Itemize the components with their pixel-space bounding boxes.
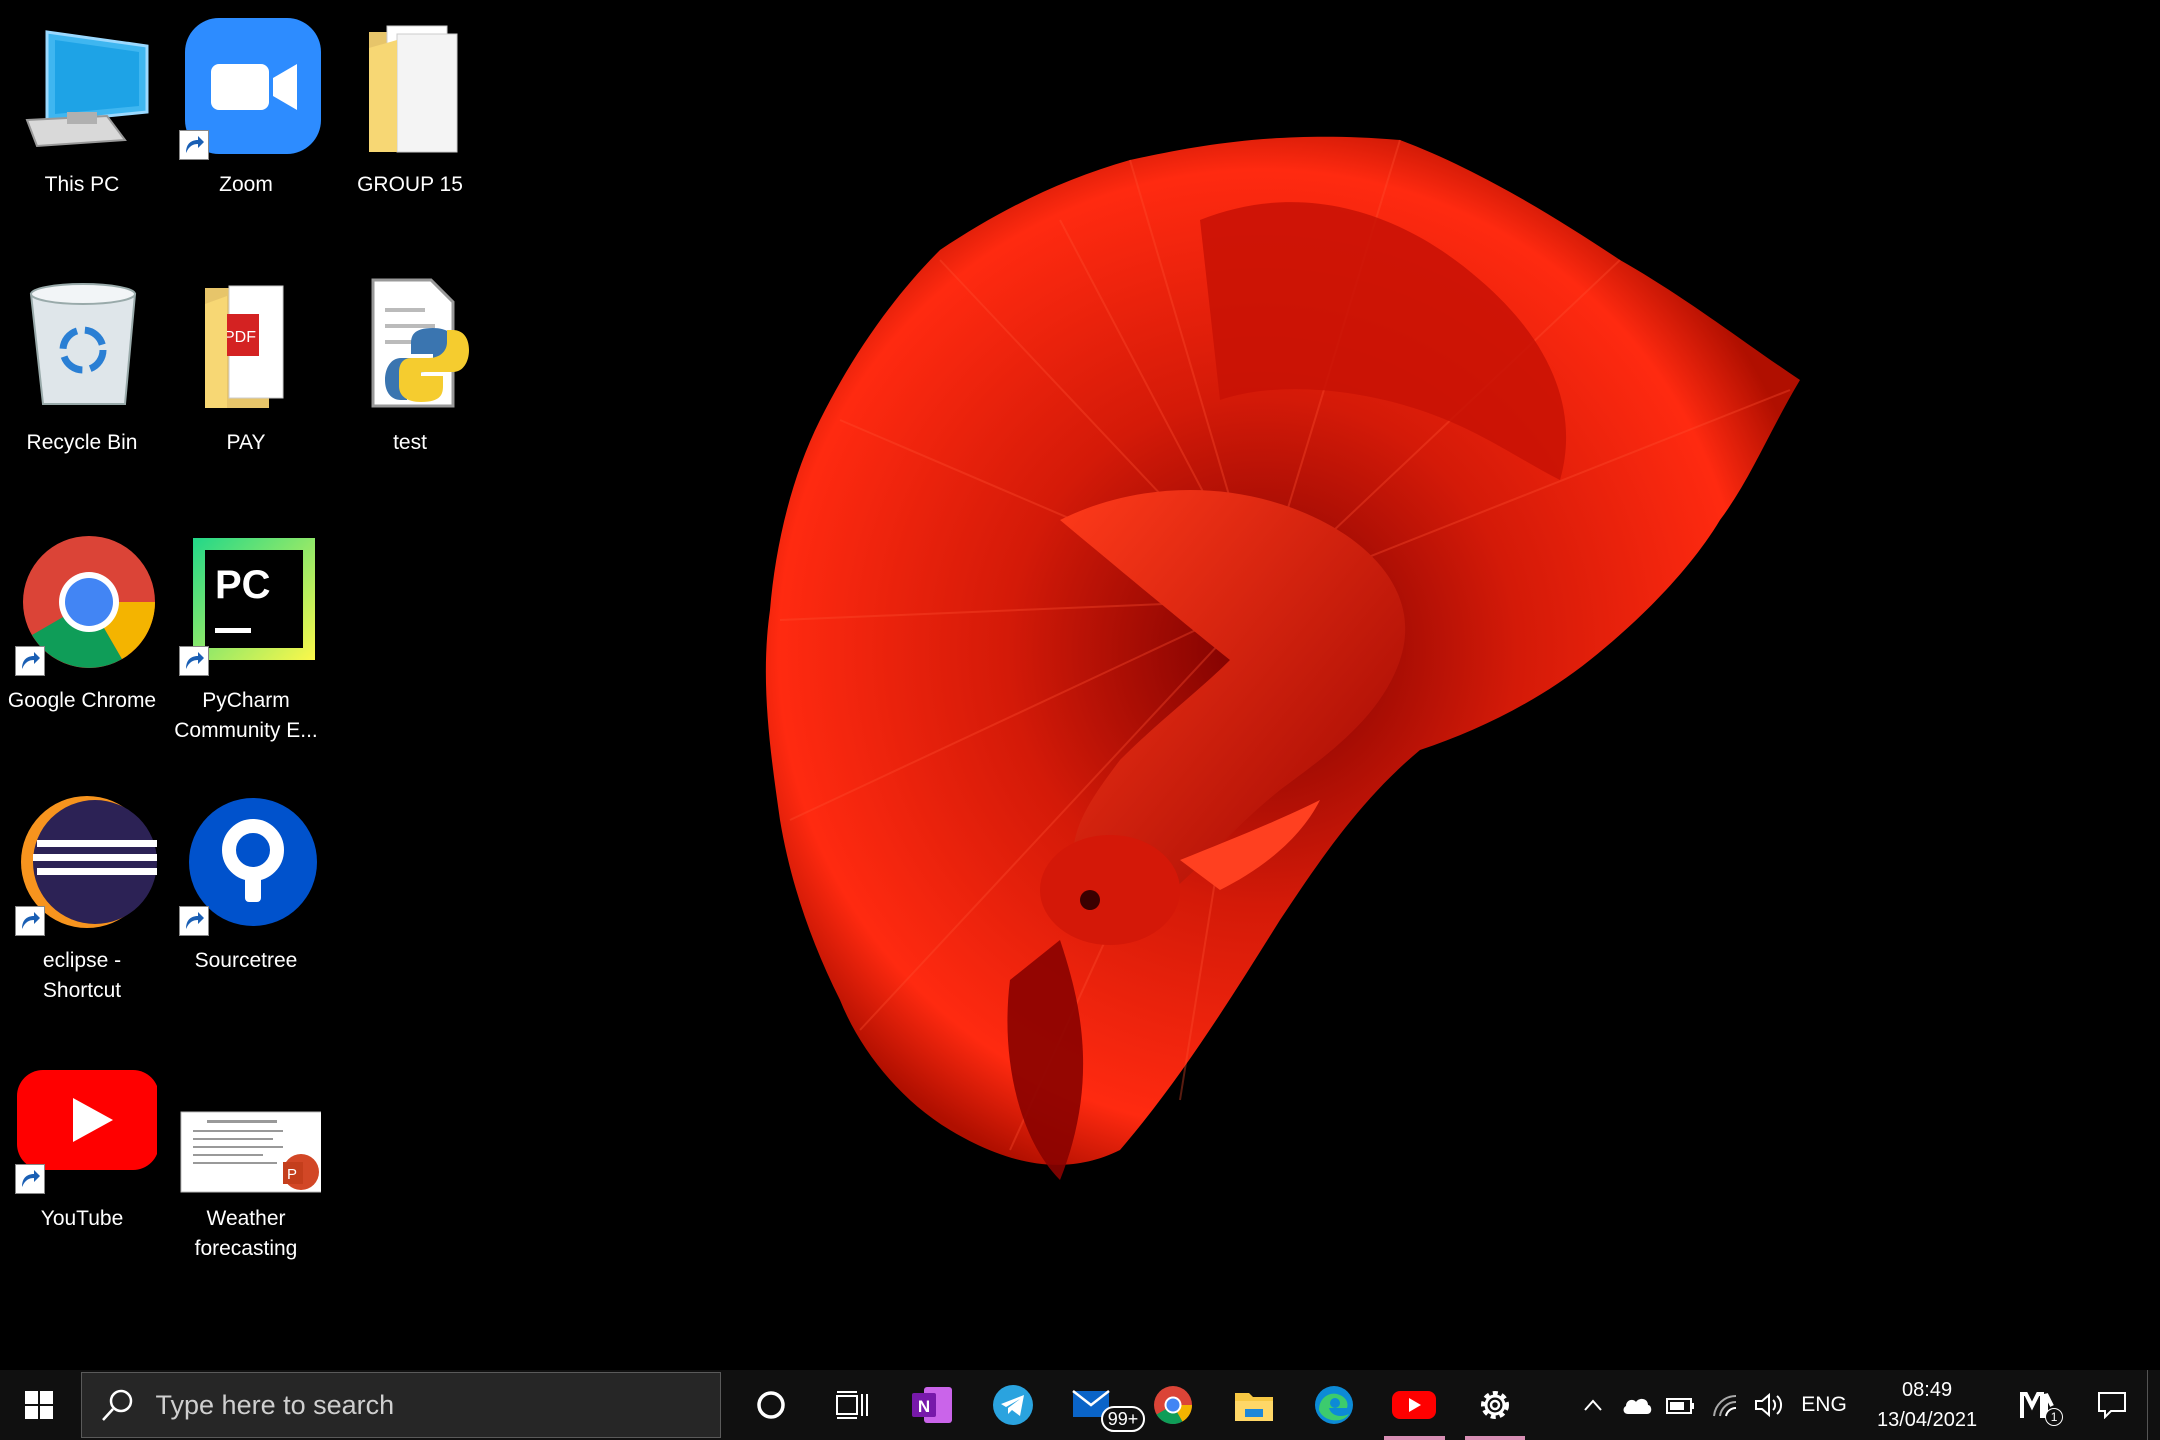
telegram-icon <box>992 1385 1033 1425</box>
settings-icon <box>1480 1391 1509 1419</box>
meet-now-button[interactable]: 1 <box>2005 1370 2077 1440</box>
svg-text:PDF: PDF <box>224 329 256 346</box>
powerpoint-file-icon: P <box>171 1046 326 1196</box>
taskbar-app-settings[interactable] <box>1455 1370 1535 1440</box>
shortcut-arrow-icon <box>179 646 209 676</box>
battery-icon <box>1666 1398 1695 1414</box>
pycharm-icon: PC <box>171 528 321 678</box>
desktop-icon-label: This PC <box>44 173 120 196</box>
clock-date: 13/04/2021 <box>1877 1409 1978 1431</box>
taskbar-app-youtube[interactable] <box>1374 1370 1454 1440</box>
desktop-icon-google-chrome[interactable]: Google Chrome <box>0 522 164 762</box>
svg-text:N: N <box>918 1397 930 1416</box>
this-pc-icon <box>7 12 157 162</box>
notification-chat-icon <box>2098 1392 2127 1419</box>
active-app-indicator <box>1464 1436 1526 1440</box>
chevron-up-icon <box>1584 1399 1602 1411</box>
wifi-icon <box>1713 1394 1737 1417</box>
clock-button[interactable]: 08:49 13/04/2021 <box>1867 1375 1987 1435</box>
recycle-bin-icon <box>7 270 157 420</box>
desktop-icon-eclipse[interactable]: eclipse - Shortcut <box>0 782 164 1022</box>
desktop-icon-recycle-bin[interactable]: Recycle Bin <box>0 264 164 504</box>
zoom-icon <box>171 12 321 162</box>
speaker-icon <box>1755 1392 1783 1418</box>
edge-icon <box>1315 1386 1354 1424</box>
volume-button[interactable] <box>1747 1370 1791 1440</box>
desktop-icon-label: Google Chrome <box>7 689 157 712</box>
desktop-icon-pycharm[interactable]: PC PyCharm Community E... <box>164 522 328 762</box>
desktop-icon-label: GROUP 15 <box>357 173 463 196</box>
desktop-icon-weather-forecasting[interactable]: P Weather forecasting <box>164 1040 328 1280</box>
shortcut-arrow-icon <box>15 646 45 676</box>
desktop-icon-pay[interactable]: PDF PAY <box>164 264 328 504</box>
desktop-icon-group-15[interactable]: GROUP 15 <box>328 6 492 246</box>
python-file-icon <box>335 270 485 420</box>
notification-count-badge: 1 <box>2045 1408 2064 1426</box>
taskbar-search-box[interactable]: Type here to search <box>80 1372 722 1438</box>
desktop-icon-label: Weather forecasting <box>194 1207 298 1260</box>
shortcut-arrow-icon <box>179 130 209 160</box>
desktop-icon-label: PAY <box>226 431 266 454</box>
file-explorer-icon <box>1234 1393 1273 1421</box>
cortana-circle-icon <box>757 1391 786 1419</box>
action-center-button[interactable] <box>2077 1370 2147 1440</box>
active-app-indicator <box>1384 1436 1445 1440</box>
shortcut-arrow-icon <box>15 906 45 936</box>
sourcetree-icon <box>171 788 321 938</box>
onenote-icon: N <box>912 1387 953 1423</box>
battery-button[interactable] <box>1659 1370 1703 1440</box>
svg-text:PC: PC <box>215 563 271 607</box>
youtube-icon <box>1392 1391 1437 1419</box>
taskbar-app-file-explorer[interactable] <box>1214 1370 1294 1440</box>
desktop-icon-label: Sourcetree <box>194 949 298 972</box>
taskbar-app-mail[interactable]: 99+ <box>1053 1370 1146 1440</box>
taskbar-app-edge[interactable] <box>1294 1370 1374 1440</box>
input-language-indicator[interactable]: ENG <box>1791 1393 1857 1417</box>
svg-text:P: P <box>287 1166 297 1183</box>
clock-time: 08:49 <box>1902 1379 1953 1401</box>
desktop-icon-label: PyCharm Community E... <box>174 689 318 742</box>
taskbar: Type here to search N 99+ ENG 08:49 13/0… <box>0 1370 2160 1440</box>
network-button[interactable] <box>1703 1370 1747 1440</box>
chrome-icon <box>7 528 157 678</box>
wallpaper-betta-fish <box>765 136 1800 1180</box>
taskbar-app-onenote[interactable]: N <box>892 1370 972 1440</box>
desktop-icon-label: YouTube <box>40 1207 124 1230</box>
desktop-icon-test[interactable]: test <box>328 264 492 504</box>
desktop-icon-label: Zoom <box>219 173 273 196</box>
taskbar-app-chrome[interactable] <box>1133 1370 1213 1440</box>
desktop-icon-sourcetree[interactable]: Sourcetree <box>164 782 328 1022</box>
show-hidden-icons-button[interactable] <box>1571 1370 1615 1440</box>
desktop-icon-label: test <box>393 431 427 454</box>
desktop-icon-zoom[interactable]: Zoom <box>164 6 328 246</box>
desktop-icon-this-pc[interactable]: This PC <box>0 6 164 246</box>
windows-logo-icon <box>25 1391 54 1419</box>
pdf-folder-icon: PDF <box>171 270 321 420</box>
search-placeholder: Type here to search <box>155 1389 395 1420</box>
desktop-icon-label: eclipse - Shortcut <box>42 949 122 1002</box>
cortana-button[interactable] <box>731 1370 811 1440</box>
onedrive-button[interactable] <box>1615 1370 1659 1440</box>
shortcut-arrow-icon <box>179 906 209 936</box>
taskbar-app-telegram[interactable] <box>972 1370 1052 1440</box>
shortcut-arrow-icon <box>15 1164 45 1194</box>
desktop-icon-youtube[interactable]: YouTube <box>0 1040 164 1280</box>
search-icon <box>101 1389 132 1421</box>
chrome-icon <box>1154 1386 1193 1425</box>
system-tray: ENG 08:49 13/04/2021 1 <box>1571 1370 2160 1440</box>
onedrive-cloud-icon <box>1623 1398 1652 1414</box>
start-button[interactable] <box>0 1370 79 1440</box>
task-view-icon <box>835 1391 868 1419</box>
show-desktop-button[interactable] <box>2147 1370 2160 1440</box>
eclipse-icon <box>7 788 159 938</box>
youtube-icon <box>7 1046 159 1196</box>
task-view-button[interactable] <box>812 1370 892 1440</box>
desktop-icon-label: Recycle Bin <box>26 431 138 454</box>
folder-icon <box>335 12 485 162</box>
